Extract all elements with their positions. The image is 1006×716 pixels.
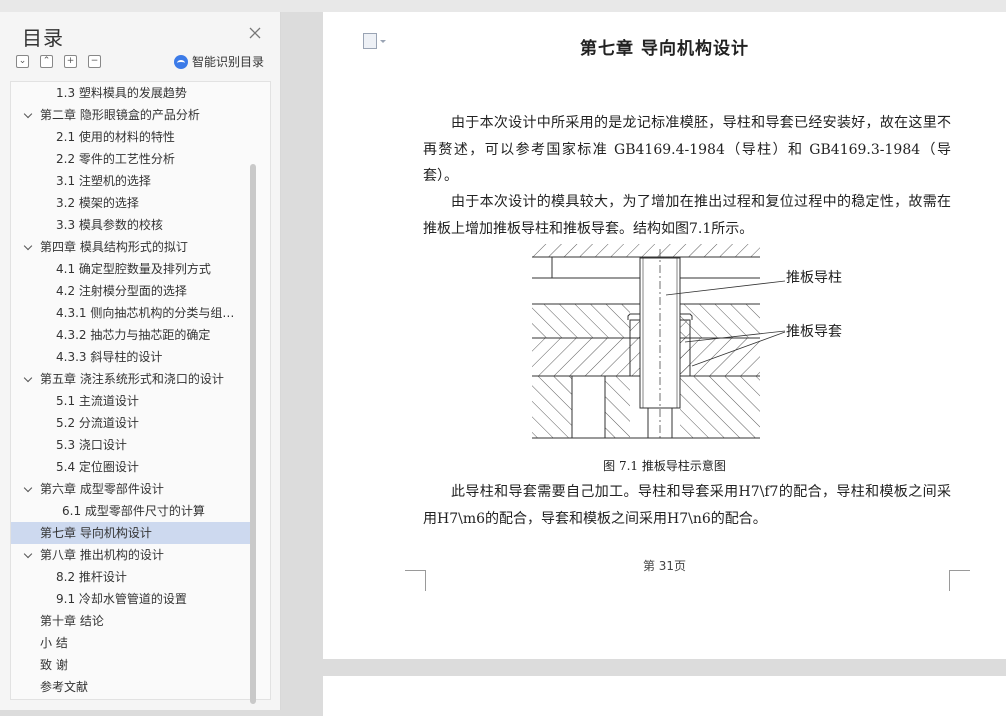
toc-item[interactable]: 4.3.2 抽芯力与抽芯距的确定 (11, 324, 255, 346)
toc-item-label: 第二章 隐形眼镜盒的产品分析 (40, 108, 200, 122)
toc-item[interactable]: 第二章 隐形眼镜盒的产品分析 (11, 104, 255, 126)
figure-caption: 图 7.1 推板导柱示意图 (603, 459, 726, 473)
add-heading-icon[interactable]: + (64, 55, 77, 68)
toc-item-label: 1.3 塑料模具的发展趋势 (56, 86, 187, 100)
smart-toc-icon (174, 54, 188, 69)
toc-item[interactable]: 6.1 成型零部件尺寸的计算 (11, 500, 255, 522)
toc-item-label: 5.3 浇口设计 (56, 438, 127, 452)
toc-item-label: 4.3.3 斜导柱的设计 (56, 350, 163, 364)
chevron-down-icon[interactable] (23, 241, 33, 251)
toc-item-label: 小 结 (40, 636, 68, 650)
toc-item[interactable]: 3.1 注塑机的选择 (11, 170, 255, 192)
toc-scrollbar[interactable] (250, 164, 256, 704)
toc-item[interactable]: 1.3 塑料模具的发展趋势 (11, 82, 255, 104)
toc-item[interactable]: 5.2 分流道设计 (11, 412, 255, 434)
toc-item-label: 第七章 导向机构设计 (40, 526, 152, 540)
chevron-down-icon[interactable] (23, 549, 33, 559)
toc-item-label: 6.1 成型零部件尺寸的计算 (62, 504, 205, 518)
figure-label-pillar: 推板导柱 (786, 270, 842, 286)
toc-item[interactable]: 第五章 浇注系统形式和浇口的设计 (11, 368, 255, 390)
toc-item-label: 3.1 注塑机的选择 (56, 174, 151, 188)
remove-heading-icon[interactable]: − (88, 55, 101, 68)
toc-item[interactable]: 第六章 成型零部件设计 (11, 478, 255, 500)
toc-item-label: 第四章 模具结构形式的拟订 (40, 240, 188, 254)
toc-item[interactable]: 第四章 模具结构形式的拟订 (11, 236, 255, 258)
collapse-all-icon[interactable]: ⌃ (40, 55, 53, 68)
toc-sidebar: 目录 ⌄ ⌃ + − 智能识别目录 1.3 塑料模具的发展趋势 第二章 隐形眼镜盒… (0, 12, 281, 710)
toc-item[interactable]: 8.2 推杆设计 (11, 566, 255, 588)
toc-item[interactable]: 9.1 冷却水管管道的设置 (11, 588, 255, 610)
crop-mark-right (949, 570, 970, 591)
toc-item-label: 2.1 使用的材料的特性 (56, 130, 175, 144)
toc-item-label: 5.4 定位圈设计 (56, 460, 139, 474)
toc-title: 目录 (22, 26, 64, 50)
toc-item[interactable]: 5.1 主流道设计 (11, 390, 255, 412)
toc-panel: 1.3 塑料模具的发展趋势 第二章 隐形眼镜盒的产品分析 2.1 使用的材料的特性 2… (10, 81, 271, 700)
chevron-down-icon[interactable] (23, 483, 33, 493)
next-page (323, 676, 1006, 716)
toc-item[interactable]: 致 谢 (11, 654, 255, 676)
smart-toc-button[interactable]: 智能识别目录 (174, 53, 264, 70)
document-area: 第七章 导向机构设计 由于本次设计中所采用的是龙记标准模胚，导柱和导套已经安装好… (281, 12, 1006, 716)
toc-item[interactable]: 4.2 注射模分型面的选择 (11, 280, 255, 302)
toc-item[interactable]: 第七章 导向机构设计 (11, 522, 255, 544)
paragraph-2: 由于本次设计的模具较大，为了增加在推出过程和复位过程中的稳定性，故需在推板上增加… (423, 194, 951, 237)
document-page: 第七章 导向机构设计 由于本次设计中所采用的是龙记标准模胚，导柱和导套已经安装好… (323, 12, 1006, 659)
toc-item-label: 3.2 模架的选择 (56, 196, 139, 210)
close-icon[interactable] (248, 26, 262, 40)
figure-label-sleeve: 推板导套 (786, 324, 842, 340)
crop-mark-left (405, 570, 426, 591)
toc-item[interactable]: 5.3 浇口设计 (11, 434, 255, 456)
toc-item-label: 4.1 确定型腔数量及排列方式 (56, 262, 211, 276)
expand-all-icon[interactable]: ⌄ (16, 55, 29, 68)
toc-item-label: 4.2 注射模分型面的选择 (56, 284, 187, 298)
toc-list: 1.3 塑料模具的发展趋势 第二章 隐形眼镜盒的产品分析 2.1 使用的材料的特性 2… (11, 82, 255, 698)
toc-item-label: 2.2 零件的工艺性分析 (56, 152, 175, 166)
toc-item[interactable]: 2.1 使用的材料的特性 (11, 126, 255, 148)
toc-item-label: 5.1 主流道设计 (56, 394, 139, 408)
toc-item[interactable]: 5.4 定位圈设计 (11, 456, 255, 478)
toc-item-label: 第八章 推出机构的设计 (40, 548, 164, 562)
toc-item[interactable]: 4.1 确定型腔数量及排列方式 (11, 258, 255, 280)
toc-item-label: 致 谢 (40, 658, 68, 672)
toc-item-label: 8.2 推杆设计 (56, 570, 127, 584)
toc-item[interactable]: 第十章 结论 (11, 610, 255, 632)
toc-item-label: 参考文献 (40, 680, 89, 694)
toc-item-label: 第五章 浇注系统形式和浇口的设计 (40, 372, 224, 386)
toc-item[interactable]: 3.2 模架的选择 (11, 192, 255, 214)
chapter-title: 第七章 导向机构设计 (580, 39, 749, 59)
paragraph-1: 由于本次设计中所采用的是龙记标准模胚，导柱和导套已经安装好，故在这里不再赘述，可… (423, 115, 951, 184)
toc-item[interactable]: 2.2 零件的工艺性分析 (11, 148, 255, 170)
toc-item-label: 4.3.2 抽芯力与抽芯距的确定 (56, 328, 211, 342)
toc-item-label: 4.3.1 侧向抽芯机构的分类与组… (56, 306, 235, 320)
toc-item-label: 3.3 模具参数的校核 (56, 218, 163, 232)
toc-item-label: 第十章 结论 (40, 614, 104, 628)
toc-item[interactable]: 参考文献 (11, 676, 255, 698)
push-plate-guide-figure: 推板导柱 推板导套 (532, 244, 842, 440)
toc-item-label: 5.2 分流道设计 (56, 416, 139, 430)
toc-item[interactable]: 4.3.3 斜导柱的设计 (11, 346, 255, 368)
toc-item-label: 9.1 冷却水管管道的设置 (56, 592, 187, 606)
toc-item[interactable]: 小 结 (11, 632, 255, 654)
chevron-down-icon[interactable] (23, 109, 33, 119)
toc-item[interactable]: 第八章 推出机构的设计 (11, 544, 255, 566)
smart-toc-label: 智能识别目录 (192, 55, 265, 69)
toc-item-label: 第六章 成型零部件设计 (40, 482, 164, 496)
chevron-down-icon[interactable] (23, 373, 33, 383)
toc-item[interactable]: 4.3.1 侧向抽芯机构的分类与组… (11, 302, 255, 324)
paragraph-3: 此导柱和导套需要自己加工。导柱和导套采用H7\f7的配合，导柱和模板之间采用H7… (423, 484, 951, 527)
toc-item[interactable]: 3.3 模具参数的校核 (11, 214, 255, 236)
